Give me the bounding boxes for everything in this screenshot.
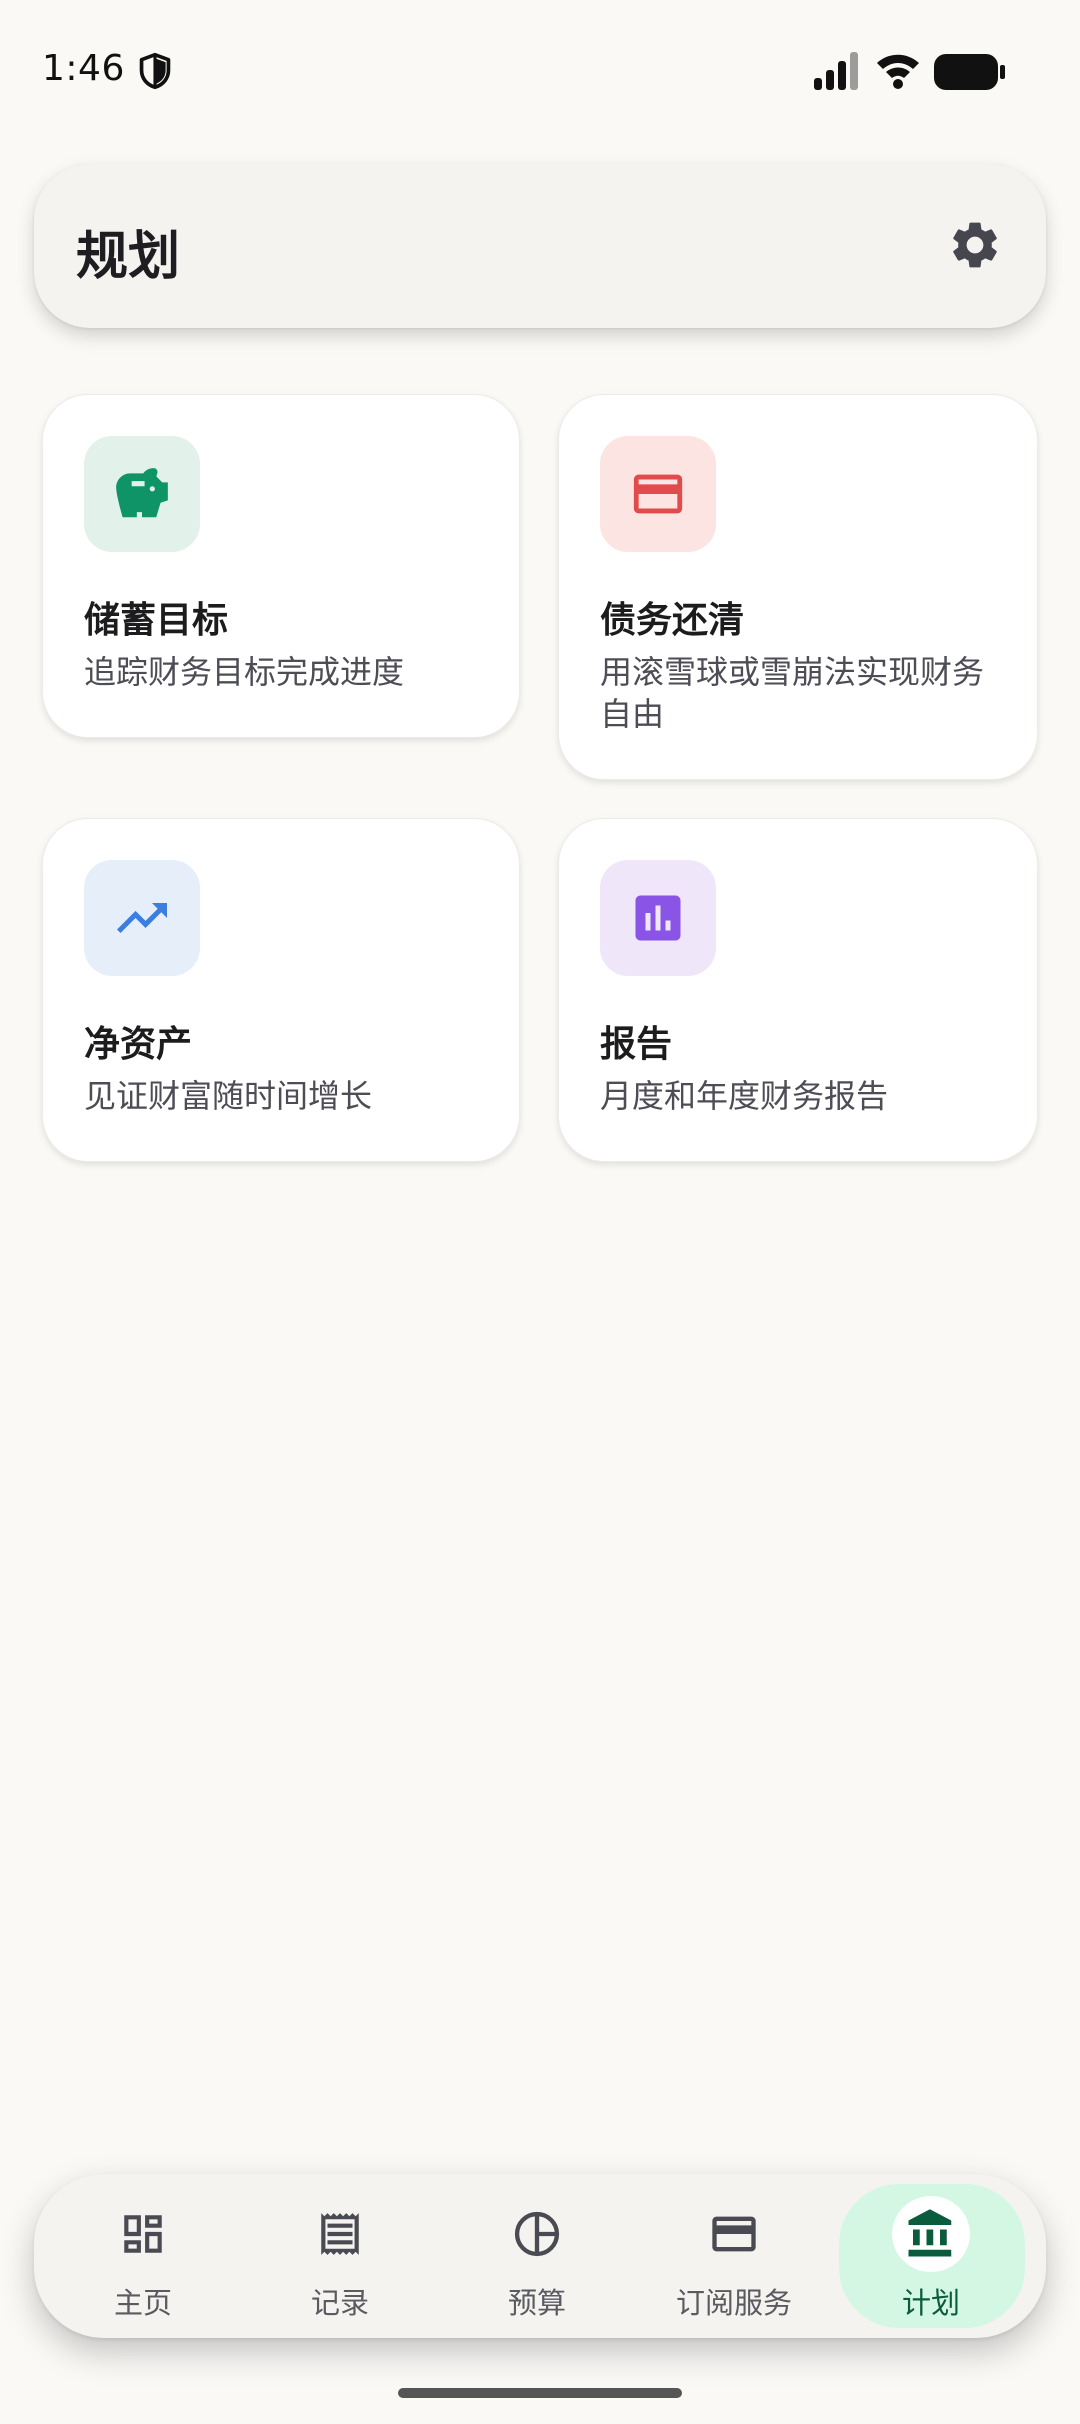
card-debt-payoff[interactable]: 债务还清 用滚雪球或雪崩法实现财务自由 <box>558 394 1038 780</box>
nav-item-budget[interactable]: 预算 <box>439 2174 635 2338</box>
pie-chart-icon <box>509 2206 565 2262</box>
bank-icon <box>903 2206 959 2262</box>
signal-icon <box>814 52 858 90</box>
card-title: 债务还清 <box>600 600 745 641</box>
card-description: 见证财富随时间增长 <box>84 1077 373 1115</box>
card-net-worth[interactable]: 净资产 见证财富随时间增长 <box>42 818 520 1162</box>
credit-card-icon <box>633 474 683 514</box>
page-title: 规划 <box>76 227 181 287</box>
receipt-icon <box>312 2206 368 2262</box>
card-savings-goals[interactable]: 储蓄目标 追踪财务目标完成进度 <box>42 394 520 738</box>
card-title: 储蓄目标 <box>84 600 229 641</box>
card-description: 用滚雪球或雪崩法实现财务自由 <box>600 653 985 733</box>
card-description: 追踪财务目标完成进度 <box>84 653 405 691</box>
status-bar: 1:46 <box>0 0 1080 140</box>
top-app-bar: 规划 <box>34 164 1046 328</box>
card-icon-container <box>600 860 716 976</box>
nav-label: 订阅服务 <box>675 2286 792 2320</box>
card-description: 月度和年度财务报告 <box>600 1077 889 1115</box>
nav-label: 计划 <box>901 2286 960 2320</box>
bottom-navigation: 主页 记录 预算 订阅服务 计划 <box>34 2174 1046 2338</box>
bar-chart-icon <box>635 895 681 941</box>
nav-label: 记录 <box>310 2286 369 2320</box>
gear-icon <box>953 222 997 268</box>
nav-item-home[interactable]: 主页 <box>45 2174 241 2338</box>
dashboard-icon <box>115 2206 171 2262</box>
card-icon-container <box>600 436 716 552</box>
card-title: 净资产 <box>84 1024 193 1065</box>
trending-up-icon <box>117 903 167 933</box>
nav-label: 预算 <box>507 2286 566 2320</box>
settings-button[interactable] <box>942 212 1008 278</box>
wifi-icon <box>877 54 919 89</box>
nav-item-records[interactable]: 记录 <box>242 2174 438 2338</box>
nav-label: 主页 <box>113 2286 172 2320</box>
card-icon-container <box>84 860 200 976</box>
home-indicator[interactable] <box>398 2388 682 2398</box>
nav-item-plan[interactable]: 计划 <box>833 2174 1029 2338</box>
status-time: 1:46 <box>42 48 125 89</box>
nav-item-subscriptions[interactable]: 订阅服务 <box>636 2174 832 2338</box>
card-reports[interactable]: 报告 月度和年度财务报告 <box>558 818 1038 1162</box>
card-title: 报告 <box>600 1024 673 1065</box>
battery-icon <box>934 54 1005 90</box>
screen: 1:46 规划 储蓄目标 追踪财务目标完成进度 债务还清 用滚雪球或雪崩法实现财… <box>0 0 1080 2424</box>
shield-icon <box>139 52 171 90</box>
piggy-bank-icon <box>116 468 168 518</box>
card-icon-container <box>84 436 200 552</box>
card-icon <box>706 2206 762 2262</box>
